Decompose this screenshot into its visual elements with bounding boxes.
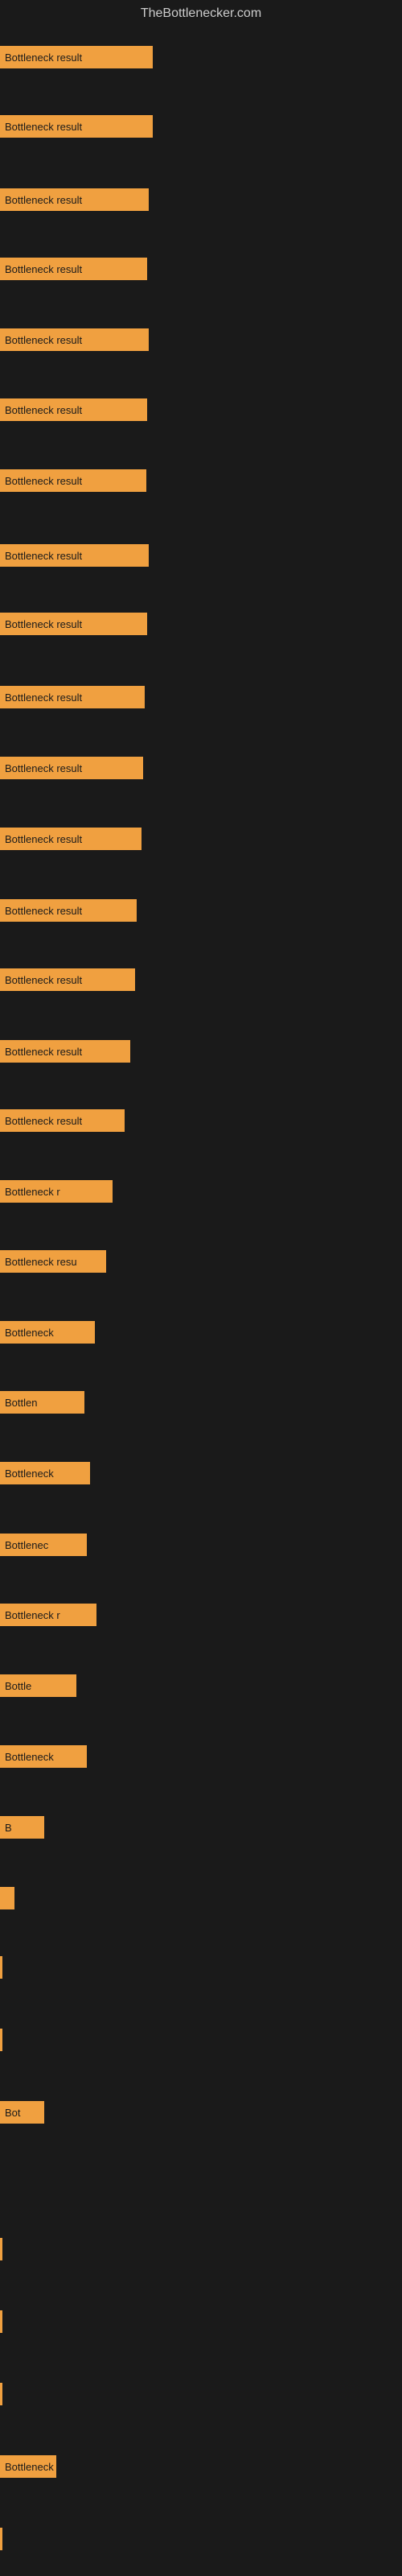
bottleneck-result-bar <box>0 1956 2 1979</box>
bottleneck-result-bar: Bottleneck result <box>0 899 137 922</box>
bottleneck-result-bar: Bottleneck <box>0 1745 87 1768</box>
bottleneck-result-bar <box>0 2383 2 2405</box>
bottleneck-result-bar: Bottleneck result <box>0 828 142 850</box>
bottleneck-result-bar: Bottleneck r <box>0 1604 96 1626</box>
bottleneck-result-bar: Bottleneck result <box>0 686 145 708</box>
bottleneck-result-bar <box>0 1887 14 1909</box>
bottleneck-result-bar: Bottleneck result <box>0 188 149 211</box>
bottleneck-result-bar: Bottleneck result <box>0 757 143 779</box>
bottleneck-result-bar: Bottleneck result <box>0 46 153 68</box>
site-title: TheBottlenecker.com <box>0 0 402 27</box>
bottleneck-result-bar <box>0 2029 2 2051</box>
bottleneck-result-bar: Bottleneck result <box>0 258 147 280</box>
bottleneck-result-bar: Bottleneck result <box>0 968 135 991</box>
bottleneck-result-bar <box>0 2238 2 2260</box>
bottleneck-result-bar: Bottleneck result <box>0 544 149 567</box>
bottleneck-result-bar: Bottleneck resu <box>0 1250 106 1273</box>
bottleneck-result-bar: Bottleneck <box>0 1462 90 1484</box>
bottleneck-result-bar: Bottleneck result <box>0 328 149 351</box>
bottleneck-result-bar: Bottleneck r <box>0 1180 113 1203</box>
bottleneck-result-bar: Bottleneck <box>0 1321 95 1344</box>
bottleneck-result-bar: B <box>0 1816 44 1839</box>
bottleneck-result-bar <box>0 2310 2 2333</box>
bottleneck-result-bar: Bottleneck result <box>0 398 147 421</box>
bottleneck-result-bar: Bottle <box>0 1674 76 1697</box>
bottleneck-result-bar: Bottleneck result <box>0 115 153 138</box>
bottleneck-result-bar: Bottlenec <box>0 1534 87 1556</box>
bottleneck-result-bar: Bottlen <box>0 1391 84 1414</box>
bottleneck-result-bar: Bottleneck result <box>0 469 146 492</box>
bottleneck-result-bar: Bottleneck result <box>0 1109 125 1132</box>
bottleneck-result-bar <box>0 2528 2 2550</box>
bottleneck-result-bar: Bot <box>0 2101 44 2124</box>
bottleneck-result-bar: Bottleneck re <box>0 2455 56 2478</box>
bottleneck-result-bar: Bottleneck result <box>0 1040 130 1063</box>
bottleneck-result-bar: Bottleneck result <box>0 613 147 635</box>
